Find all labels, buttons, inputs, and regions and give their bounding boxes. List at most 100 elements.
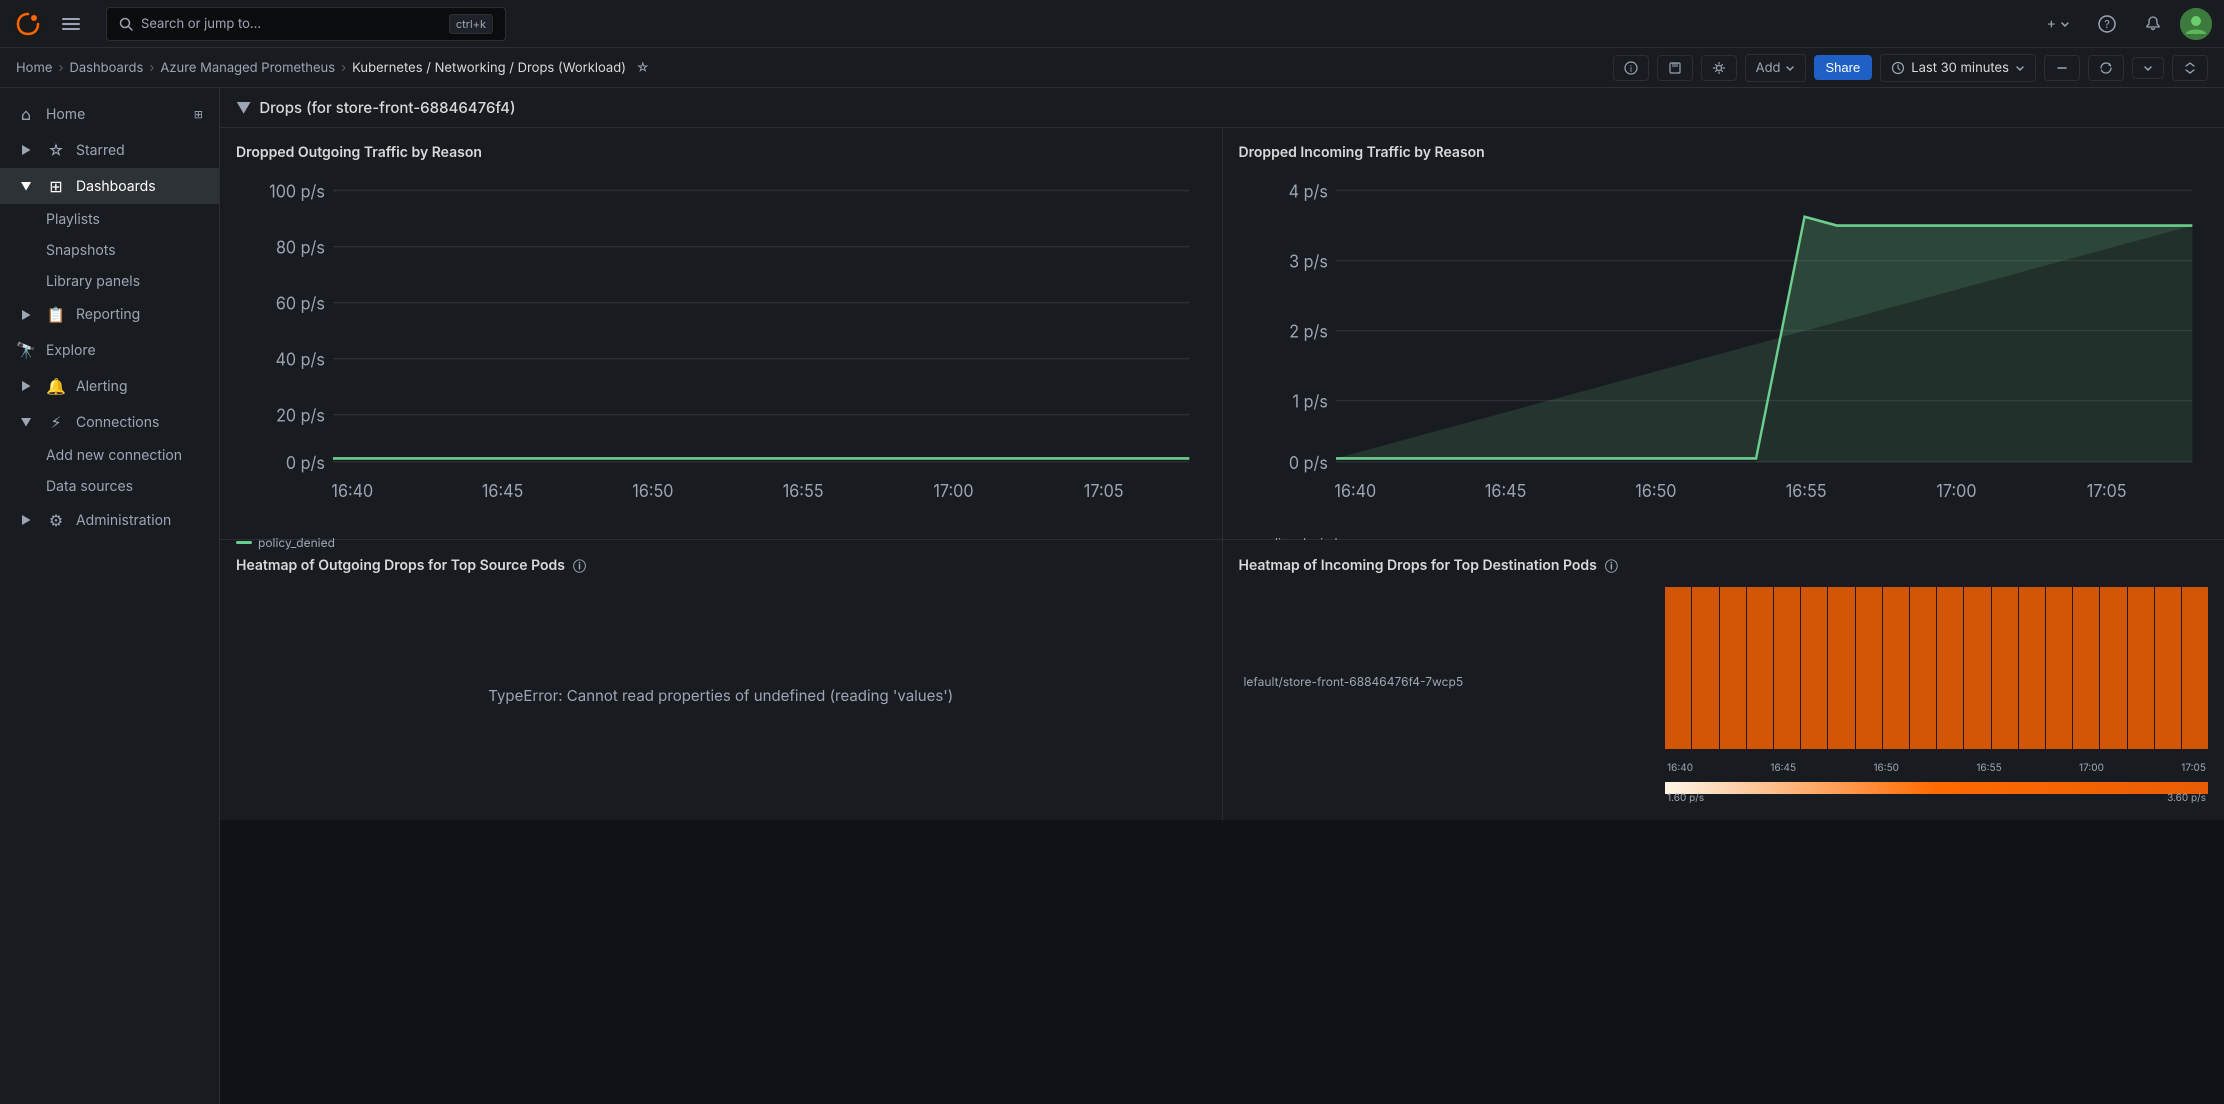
heatmap-x-label-2: 16:45 (1770, 762, 1796, 774)
collapse-icon: ▼ (16, 179, 36, 193)
connections-icon: ⚡ (46, 412, 66, 432)
panel-title-incoming: Dropped Incoming Traffic by Reason (1239, 144, 2209, 161)
sidebar-sub-item-add-connection[interactable]: Add new connection (0, 440, 219, 471)
sidebar-sub-item-library-panels[interactable]: Library panels (0, 266, 219, 297)
content-area: ▼ Drops (for store-front-68846476f4) Dro… (220, 88, 2224, 1104)
heatmap-x-label-1: 16:40 (1667, 762, 1693, 774)
collapse-button[interactable] (2172, 55, 2208, 81)
svg-text:16:55: 16:55 (1785, 481, 1826, 502)
zoom-out-button[interactable] (2044, 55, 2080, 81)
chevron-down-icon (2060, 19, 2070, 29)
sidebar-item-home[interactable]: ⌂ Home ⊞ (0, 96, 219, 132)
panel-heatmap-incoming: Heatmap of Incoming Drops for Top Destin… (1223, 540, 2224, 820)
save-button[interactable] (1657, 55, 1693, 81)
sidebar-label-administration: Administration (76, 512, 171, 529)
explore-icon: 🔭 (16, 340, 36, 360)
heatmap-x-label-5: 17:00 (2079, 762, 2104, 774)
sidebar-sub-item-snapshots[interactable]: Snapshots (0, 235, 219, 266)
gradient-min-label: 1.60 p/s (1667, 792, 1704, 804)
breadcrumb-current: Kubernetes / Networking / Drops (Workloa… (352, 60, 626, 76)
sidebar-label-alerting: Alerting (76, 378, 128, 395)
home-icon: ⌂ (16, 104, 36, 124)
svg-text:17:05: 17:05 (2086, 481, 2126, 502)
svg-text:60 p/s: 60 p/s (276, 294, 325, 315)
section-header: ▼ Drops (for store-front-68846476f4) (220, 88, 2224, 128)
more-options-button[interactable] (2132, 57, 2164, 79)
svg-text:0 p/s: 0 p/s (286, 453, 325, 474)
add-panel-button[interactable]: Add (1745, 54, 1806, 82)
sidebar-label-home: Home (46, 106, 85, 123)
breadcrumb-home[interactable]: Home (16, 60, 52, 76)
hamburger-menu[interactable] (52, 9, 90, 39)
svg-text:100 p/s: 100 p/s (269, 182, 325, 203)
collapse-icon-connections: ▼ (16, 415, 36, 429)
chart-outgoing: 100 p/s 80 p/s 60 p/s 40 p/s 20 p/s 0 p/… (236, 173, 1206, 523)
sidebar-item-connections[interactable]: ▼ ⚡ Connections (0, 404, 219, 440)
chart-legend-outgoing: policy_denied (236, 527, 1206, 550)
breadcrumb-sep-3: › (341, 60, 346, 76)
sidebar-item-starred[interactable]: ▶ ☆ Starred (0, 132, 219, 168)
info-button[interactable]: i (1613, 55, 1649, 81)
svg-text:1 p/s: 1 p/s (1292, 392, 1327, 413)
svg-text:2 p/s: 2 p/s (1289, 322, 1328, 343)
section-title: Drops (for store-front-68846476f4) (259, 98, 515, 117)
sidebar-label-snapshots: Snapshots (46, 242, 116, 259)
svg-text:?: ? (2104, 17, 2110, 31)
sidebar: ⌂ Home ⊞ ▶ ☆ Starred ▼ ⊞ Dashboards Play… (0, 88, 220, 1104)
info-icon-2[interactable]: ⓘ (1605, 556, 1618, 575)
add-button[interactable]: + (2037, 9, 2080, 38)
notifications-button[interactable] (2134, 9, 2172, 39)
heatmap-outgoing-area: TypeError: Cannot read properties of und… (236, 587, 1206, 804)
time-label: Last 30 minutes (1911, 60, 2009, 76)
sidebar-item-explore[interactable]: 🔭 Explore (0, 332, 219, 368)
info-icon[interactable]: ⓘ (573, 556, 586, 575)
chevron-down-icon (2015, 63, 2025, 73)
sidebar-sub-item-data-sources[interactable]: Data sources (0, 471, 219, 502)
svg-text:16:45: 16:45 (482, 481, 523, 502)
svg-text:16:55: 16:55 (783, 481, 824, 502)
sidebar-label-playlists: Playlists (46, 211, 100, 228)
help-button[interactable]: ? (2088, 9, 2126, 39)
sidebar-item-reporting[interactable]: ▶ 📋 Reporting (0, 297, 219, 332)
search-bar[interactable]: Search or jump to... ctrl+k (106, 7, 506, 41)
breadcrumb-azure[interactable]: Azure Managed Prometheus (160, 60, 335, 76)
heatmap-x-label-6: 17:05 (2181, 762, 2206, 774)
panel-title-heatmap-incoming: Heatmap of Incoming Drops for Top Destin… (1239, 556, 2209, 575)
collapse-section-icon[interactable]: ▼ (236, 98, 251, 117)
svg-text:16:50: 16:50 (1635, 481, 1676, 502)
svg-text:17:00: 17:00 (1936, 481, 1976, 502)
star-icon: ☆ (46, 140, 66, 160)
panel-title-outgoing: Dropped Outgoing Traffic by Reason (236, 144, 1206, 161)
breadcrumb-sep-2: › (149, 60, 154, 76)
refresh-button[interactable] (2088, 55, 2124, 81)
sidebar-label-dashboards: Dashboards (76, 178, 156, 195)
legend-label-outgoing: policy_denied (258, 535, 335, 550)
avatar[interactable] (2180, 8, 2212, 40)
svg-text:16:45: 16:45 (1484, 481, 1525, 502)
expand-icon: ▶ (16, 143, 36, 157)
time-range-button[interactable]: Last 30 minutes (1880, 54, 2036, 82)
app-logo[interactable] (12, 8, 44, 40)
star-icon[interactable]: ☆ (636, 60, 650, 76)
panel-dropped-incoming: Dropped Incoming Traffic by Reason 4 p/s… (1223, 128, 2224, 539)
breadcrumb-bar: Home › Dashboards › Azure Managed Promet… (0, 48, 2224, 88)
settings-button[interactable] (1701, 55, 1737, 81)
share-button[interactable]: Share (1814, 55, 1873, 80)
sidebar-sub-item-playlists[interactable]: Playlists (0, 204, 219, 235)
svg-text:i: i (1630, 64, 1632, 75)
expand-icon-reporting: ▶ (16, 308, 36, 322)
top-navigation: Search or jump to... ctrl+k + ? (0, 0, 2224, 48)
sidebar-item-administration[interactable]: ▶ ⚙ Administration (0, 502, 219, 538)
sidebar-label-add-new-connection: Add new connection (46, 447, 182, 464)
sidebar-item-dashboards[interactable]: ▼ ⊞ Dashboards (0, 168, 219, 204)
panel-title-heatmap-outgoing: Heatmap of Outgoing Drops for Top Source… (236, 556, 1206, 575)
main-layout: ⌂ Home ⊞ ▶ ☆ Starred ▼ ⊞ Dashboards Play… (0, 88, 2224, 1104)
sidebar-item-alerting[interactable]: ▶ 🔔 Alerting (0, 368, 219, 404)
heatmap-x-label-3: 16:50 (1873, 762, 1899, 774)
svg-text:3 p/s: 3 p/s (1289, 252, 1328, 273)
breadcrumb-dashboards[interactable]: Dashboards (69, 60, 143, 76)
svg-text:17:05: 17:05 (1084, 481, 1124, 502)
panel-icon: ⊞ (194, 107, 203, 121)
add-icon: + (2047, 15, 2056, 32)
admin-icon: ⚙ (46, 510, 66, 530)
